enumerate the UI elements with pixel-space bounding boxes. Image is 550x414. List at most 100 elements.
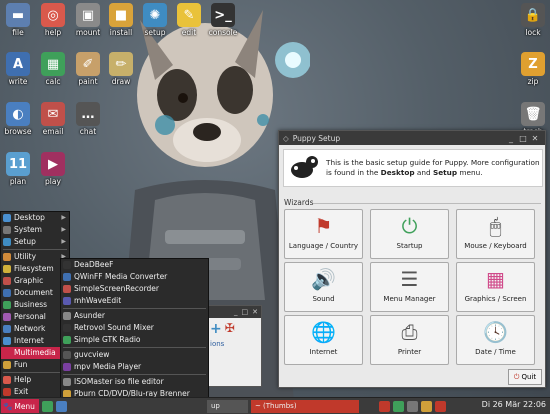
desktop-icon-chat[interactable]: … chat <box>71 102 105 136</box>
desktop-icon-install[interactable]: ■ install <box>104 3 138 37</box>
tray-icon-4[interactable] <box>420 400 432 412</box>
menu-item-simple-gtk-radio[interactable]: Simple GTK Radio <box>61 334 208 346</box>
window-title: Puppy Setup <box>292 133 341 143</box>
menu-item-desktop[interactable]: Desktop ▶ <box>1 212 69 224</box>
menu-item-fun[interactable]: Fun▶ <box>1 359 69 371</box>
desktop-icon-edit[interactable]: ✎ edit <box>172 3 206 37</box>
desktop-icon-email[interactable]: ✉ email <box>36 102 70 136</box>
wizard-button-date-time[interactable]: 🕓 Date / Time <box>456 315 535 365</box>
menu-item-icon <box>63 285 71 293</box>
desktop-icon-play[interactable]: ▶ play <box>36 152 70 186</box>
minimize-icon[interactable]: _ <box>234 308 238 316</box>
desktop-icon-label: write <box>8 77 28 86</box>
menu-item-personal[interactable]: Personal▶ <box>1 311 69 323</box>
chat-icon: … <box>76 102 100 126</box>
menu-item-isomaster-iso-file-editor[interactable]: ISOMaster iso file editor <box>61 376 208 388</box>
wizard-button-mouse-keyboard[interactable]: 🖱 Mouse / Keyboard <box>456 209 535 259</box>
desktop-icon-help[interactable]: ◎ help <box>36 3 70 37</box>
menu-item-multimedia[interactable]: Multimedia▶ <box>1 347 69 359</box>
desktop-icon-file[interactable]: ▬ file <box>1 3 35 37</box>
submenu-arrow-icon: ▶ <box>61 214 66 221</box>
menu-separator <box>3 372 67 373</box>
menu-item-retrovol-sound-mixer[interactable]: Retrovol Sound Mixer <box>61 322 208 334</box>
menu-item-business[interactable]: Business▶ <box>1 299 69 311</box>
intro-panel: This is the basic setup guide for Puppy.… <box>283 149 543 187</box>
trash-icon: 🗑 <box>521 102 545 126</box>
menu-item-internet[interactable]: Internet▶ <box>1 335 69 347</box>
desktop-icon-draw[interactable]: ✏ draw <box>104 52 138 86</box>
task-button-setup[interactable]: up <box>206 399 248 413</box>
menu-button[interactable]: 🐾 Menu <box>1 399 39 413</box>
desktop-icon-label: lock <box>525 28 541 37</box>
desktop-icon-paint[interactable]: ✐ paint <box>71 52 105 86</box>
multimedia-submenu[interactable]: DeaDBeeF QWinFF Media Converter SimpleScre… <box>60 258 213 413</box>
tray-icon-5[interactable] <box>434 400 446 412</box>
menu-item-label: Network <box>14 324 46 333</box>
menu-item-guvcview[interactable]: guvcview <box>61 349 208 361</box>
menu-item-deadbeef[interactable]: DeaDBeeF <box>61 259 208 271</box>
minimize-icon[interactable]: _ <box>505 134 517 143</box>
wizard-button-internet[interactable]: 🌐 Internet <box>284 315 363 365</box>
wizard-button-label: Internet <box>309 348 338 356</box>
close-icon[interactable]: ✕ <box>252 308 258 316</box>
desktop-icon-browse[interactable]: ◐ browse <box>1 102 35 136</box>
wizard-button-menu-manager[interactable]: ☰ Menu Manager <box>370 262 449 312</box>
desktop-icon-zip[interactable]: Zzip <box>516 52 550 86</box>
menu-item-network[interactable]: Network▶ <box>1 323 69 335</box>
close-icon[interactable]: ✕ <box>529 134 541 143</box>
menu-item-filesystem[interactable]: Filesystem▶ <box>1 263 69 275</box>
background-window[interactable]: _ □ ✕ + ✠ ions <box>203 305 262 387</box>
menu-item-simplescreenrecorder[interactable]: SimpleScreenRecorder <box>61 283 208 295</box>
wizard-button-language-country[interactable]: ⚑ Language / Country <box>284 209 363 259</box>
tray-icon-1[interactable] <box>378 400 390 412</box>
menu-item-help[interactable]: Help <box>1 374 69 386</box>
desktop-icon-label: setup <box>144 28 166 37</box>
terminal-icon: >_ <box>211 3 235 27</box>
maximize-icon[interactable]: □ <box>517 134 529 143</box>
desktop-icon-plan[interactable]: 11 plan <box>1 152 35 186</box>
clock[interactable]: Di 26 Mär 22:06 <box>482 400 546 409</box>
menu-item-label: Exit <box>14 387 29 396</box>
menu-item-mhwaveedit[interactable]: mhWaveEdit <box>61 295 208 307</box>
wizard-button-startup[interactable]: ⏻ Startup <box>370 209 449 259</box>
wizard-button-printer[interactable]: ⎙ Printer <box>370 315 449 365</box>
desktop-icon-calc[interactable]: ▦ calc <box>36 52 70 86</box>
desktop-icon-write[interactable]: Awrite <box>1 52 35 86</box>
window-text[interactable]: ions <box>204 340 261 348</box>
desktop-icon-mount[interactable]: ▣ mount <box>71 3 105 37</box>
task-button-thumbs[interactable]: ~ (Thumbs) <box>250 399 359 413</box>
menu-item-icon <box>3 226 11 234</box>
menu-item-icon <box>63 324 71 332</box>
menu-item-label: mpv Media Player <box>74 362 142 371</box>
browser-quicklaunch-icon[interactable] <box>55 400 67 412</box>
show-desktop-icon[interactable] <box>41 400 53 412</box>
desktop-icon-console[interactable]: >_ console <box>206 3 240 37</box>
menu-item-utility[interactable]: Utility ▶ <box>1 251 69 263</box>
desktop-icon-setup[interactable]: ✺ setup <box>138 3 172 37</box>
desktop-icon-label: install <box>109 28 133 37</box>
menu-item-icon <box>63 261 71 269</box>
menu-item-document[interactable]: Document▶ <box>1 287 69 299</box>
wizard-button-label: Date / Time <box>475 348 516 356</box>
desktop-icon-lock[interactable]: 🔒 lock <box>516 3 550 37</box>
tray-icon-2[interactable] <box>392 400 404 412</box>
add-icon[interactable]: + <box>210 321 222 337</box>
intro-text: This is the basic setup guide for Puppy.… <box>326 158 540 177</box>
quit-button[interactable]: ⏻ Quit <box>508 369 542 385</box>
maximize-icon[interactable]: □ <box>242 308 249 316</box>
menu-item-qwinff-media-converter[interactable]: QWinFF Media Converter <box>61 271 208 283</box>
wizards-label: Wizards <box>284 198 314 207</box>
menu-item-system[interactable]: System ▶ <box>1 224 69 236</box>
wizard-button-graphics-screen[interactable]: ▦ Graphics / Screen <box>456 262 535 312</box>
wizard-button-label: Mouse / Keyboard <box>464 242 527 250</box>
menu-item-setup[interactable]: Setup ▶ <box>1 236 69 248</box>
puppy-setup-window[interactable]: ◇ Puppy Setup _ □ ✕ This is the basic se… <box>278 130 546 388</box>
remove-icon[interactable]: ✠ <box>225 321 235 337</box>
menu-item-mpv-media-player[interactable]: mpv Media Player <box>61 361 208 373</box>
window-titlebar[interactable]: ◇ Puppy Setup _ □ ✕ <box>279 131 545 145</box>
tray-icon-3[interactable] <box>406 400 418 412</box>
wizard-button-sound[interactable]: 🔊 Sound <box>284 262 363 312</box>
menu-item-asunder[interactable]: Asunder <box>61 310 208 322</box>
quit-icon: ⏻ <box>513 372 520 381</box>
menu-item-graphic[interactable]: Graphic▶ <box>1 275 69 287</box>
